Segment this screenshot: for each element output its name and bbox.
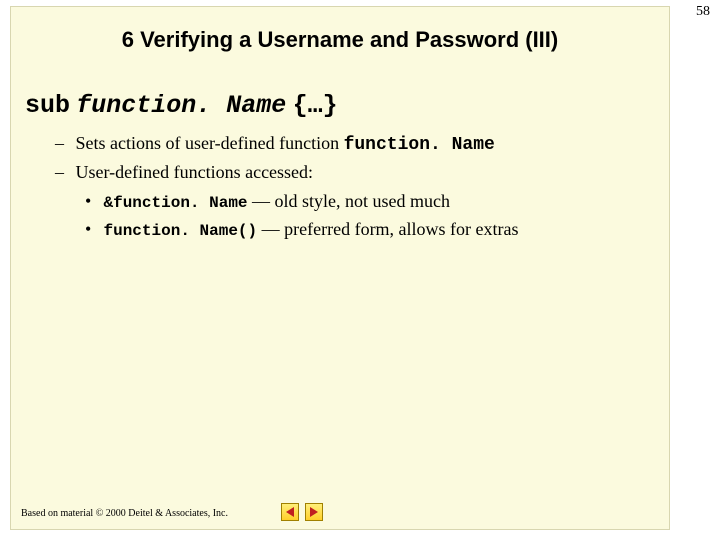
subbullet-1-code: &function. Name — [104, 194, 248, 212]
slide-content: sub function. Name {…} – Sets actions of… — [11, 91, 669, 244]
footer-text: Based on material © 2000 Deitel & Associ… — [21, 508, 228, 519]
next-button[interactable] — [305, 503, 323, 521]
subbullet-2: • function. Name() — preferred form, all… — [85, 216, 655, 244]
function-name: function. Name — [76, 91, 286, 120]
dash-icon: – — [55, 159, 71, 186]
code-heading: sub function. Name {…} — [25, 91, 655, 120]
bullet-2: – User-defined functions accessed: — [55, 159, 655, 186]
bullet-1-text: Sets actions of user-defined function — [76, 133, 344, 153]
dot-icon: • — [85, 216, 99, 244]
prev-button[interactable] — [281, 503, 299, 521]
dash-icon: – — [55, 130, 71, 157]
slide-body: 6 Verifying a Username and Password (III… — [10, 6, 670, 530]
braces: {…} — [293, 91, 338, 120]
bullet-level1: – Sets actions of user-defined function … — [25, 130, 655, 186]
subbullet-2-code: function. Name() — [104, 222, 258, 240]
bullet-level2: • &function. Name — old style, not used … — [25, 188, 655, 244]
bullet-1-code: function. Name — [344, 135, 495, 155]
keyword-sub: sub — [25, 91, 70, 120]
footer: Based on material © 2000 Deitel & Associ… — [21, 508, 659, 519]
arrow-right-icon — [310, 507, 318, 517]
bullet-1: – Sets actions of user-defined function … — [55, 130, 655, 159]
slide-title: 6 Verifying a Username and Password (III… — [11, 27, 669, 53]
nav-buttons — [281, 503, 323, 521]
subbullet-1: • &function. Name — old style, not used … — [85, 188, 655, 216]
subbullet-2-text: — preferred form, allows for extras — [262, 219, 519, 239]
page-number: 58 — [696, 4, 710, 20]
subbullet-1-text: — old style, not used much — [252, 191, 450, 211]
dot-icon: • — [85, 188, 99, 216]
bullet-2-text: User-defined functions accessed: — [76, 162, 314, 182]
arrow-left-icon — [286, 507, 294, 517]
